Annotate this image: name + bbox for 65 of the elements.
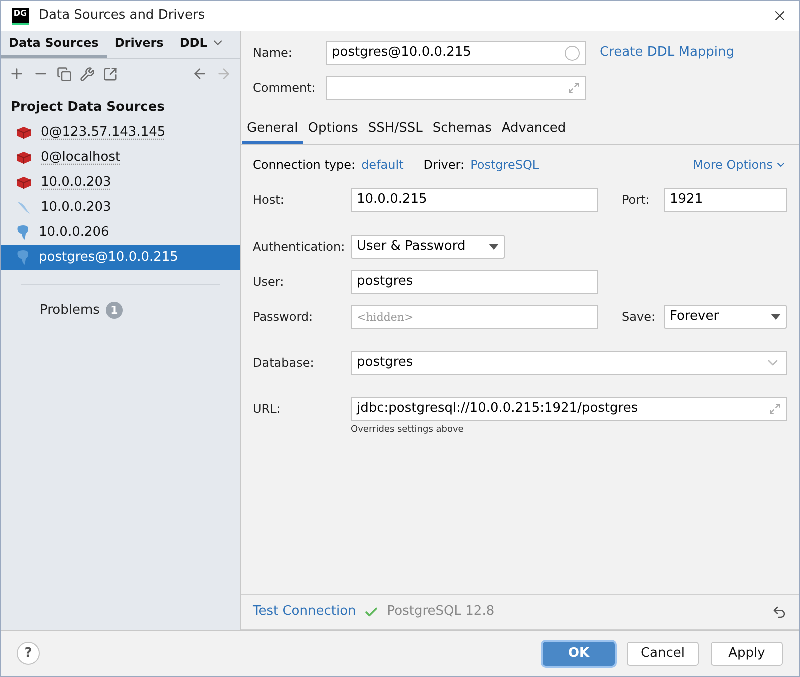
password-field[interactable]: <hidden> (351, 305, 598, 329)
data-source-item[interactable]: postgres@10.0.0.215 (1, 245, 240, 270)
field-label: URL: (253, 401, 282, 418)
field-label: Database: (253, 355, 316, 372)
driver-link[interactable]: PostgreSQL (470, 156, 540, 174)
expand-icon[interactable] (568, 82, 580, 94)
wrench-icon[interactable] (80, 66, 95, 82)
back-icon[interactable] (192, 66, 208, 82)
data-source-item[interactable]: 10.0.0.203 (1, 170, 240, 195)
tab[interactable]: General (242, 116, 304, 144)
field-label: Authentication: (253, 239, 346, 256)
dialog-button[interactable]: Apply (711, 642, 783, 666)
sidebar-tab[interactable]: Data Sources (1, 30, 107, 58)
field-label: User: (253, 274, 286, 291)
tab[interactable]: Schemas (428, 116, 497, 144)
dropdown-arrow-icon (771, 314, 781, 320)
url-field[interactable]: jdbc:postgresql://10.0.0.215:1921/postgres (351, 397, 787, 421)
dialog-button[interactable]: OK (543, 642, 615, 666)
field-label: Port: (622, 192, 651, 209)
tab[interactable]: Advanced (496, 116, 572, 144)
url-hint: Overrides settings above (351, 424, 465, 437)
count-badge: 1 (106, 302, 123, 320)
field-label: Password: (253, 309, 314, 326)
field-label: Name: (253, 45, 294, 62)
test-connection-link[interactable]: Test Connection (253, 602, 356, 622)
more-options-link[interactable]: More Options (693, 156, 787, 174)
create-ddl-link[interactable]: Create DDL Mapping (600, 43, 735, 63)
name-field[interactable]: postgres@10.0.0.215 (326, 41, 586, 65)
driver-label: Driver: (424, 157, 465, 174)
sidebar-tab[interactable]: DDL (172, 30, 216, 58)
problems-label[interactable]: Problems (40, 301, 100, 320)
cube-icon (16, 126, 32, 140)
connection-type-label: Connection type: (253, 157, 356, 174)
data-source-item[interactable]: 0@123.57.143.145 (1, 120, 240, 145)
database-field[interactable]: postgres (351, 351, 787, 375)
field-label: Save: (622, 309, 656, 326)
section-heading: Project Data Sources (11, 99, 166, 117)
user-field[interactable]: postgres (351, 270, 598, 294)
connection-type-link[interactable]: default (362, 156, 404, 174)
tab[interactable]: Options (303, 116, 364, 144)
cube-icon (16, 150, 32, 164)
field-label: Host: (253, 192, 286, 209)
expand-icon[interactable] (769, 403, 781, 415)
data-source-item[interactable]: 10.0.0.203 (1, 195, 240, 220)
field-label: Comment: (253, 80, 316, 97)
cube-icon (16, 176, 32, 190)
dropdown-arrow-icon (489, 244, 499, 250)
copy-icon[interactable] (57, 66, 72, 82)
dialog-button[interactable]: Cancel (627, 642, 699, 666)
test-result: PostgreSQL 12.8 (387, 603, 495, 622)
app-logo: DG (12, 8, 29, 24)
window-title: Data Sources and Drivers (39, 7, 206, 26)
comment-field[interactable] (326, 76, 586, 100)
save-dropdown[interactable]: Forever (664, 305, 787, 329)
add-icon[interactable] (9, 66, 25, 82)
sidebar-tab[interactable]: Drivers (106, 30, 172, 58)
data-source-item[interactable]: 0@localhost (1, 145, 240, 170)
port-field[interactable]: 1921 (664, 188, 787, 212)
undo-icon[interactable] (772, 604, 787, 620)
host-field[interactable]: 10.0.0.215 (351, 188, 598, 212)
help-button[interactable]: ? (17, 642, 40, 665)
export-icon[interactable] (103, 66, 118, 82)
tab[interactable]: SSH/SSL (363, 116, 428, 144)
authentication-dropdown[interactable]: User & Password (351, 235, 505, 259)
data-source-item[interactable]: 10.0.0.206 (1, 220, 240, 245)
